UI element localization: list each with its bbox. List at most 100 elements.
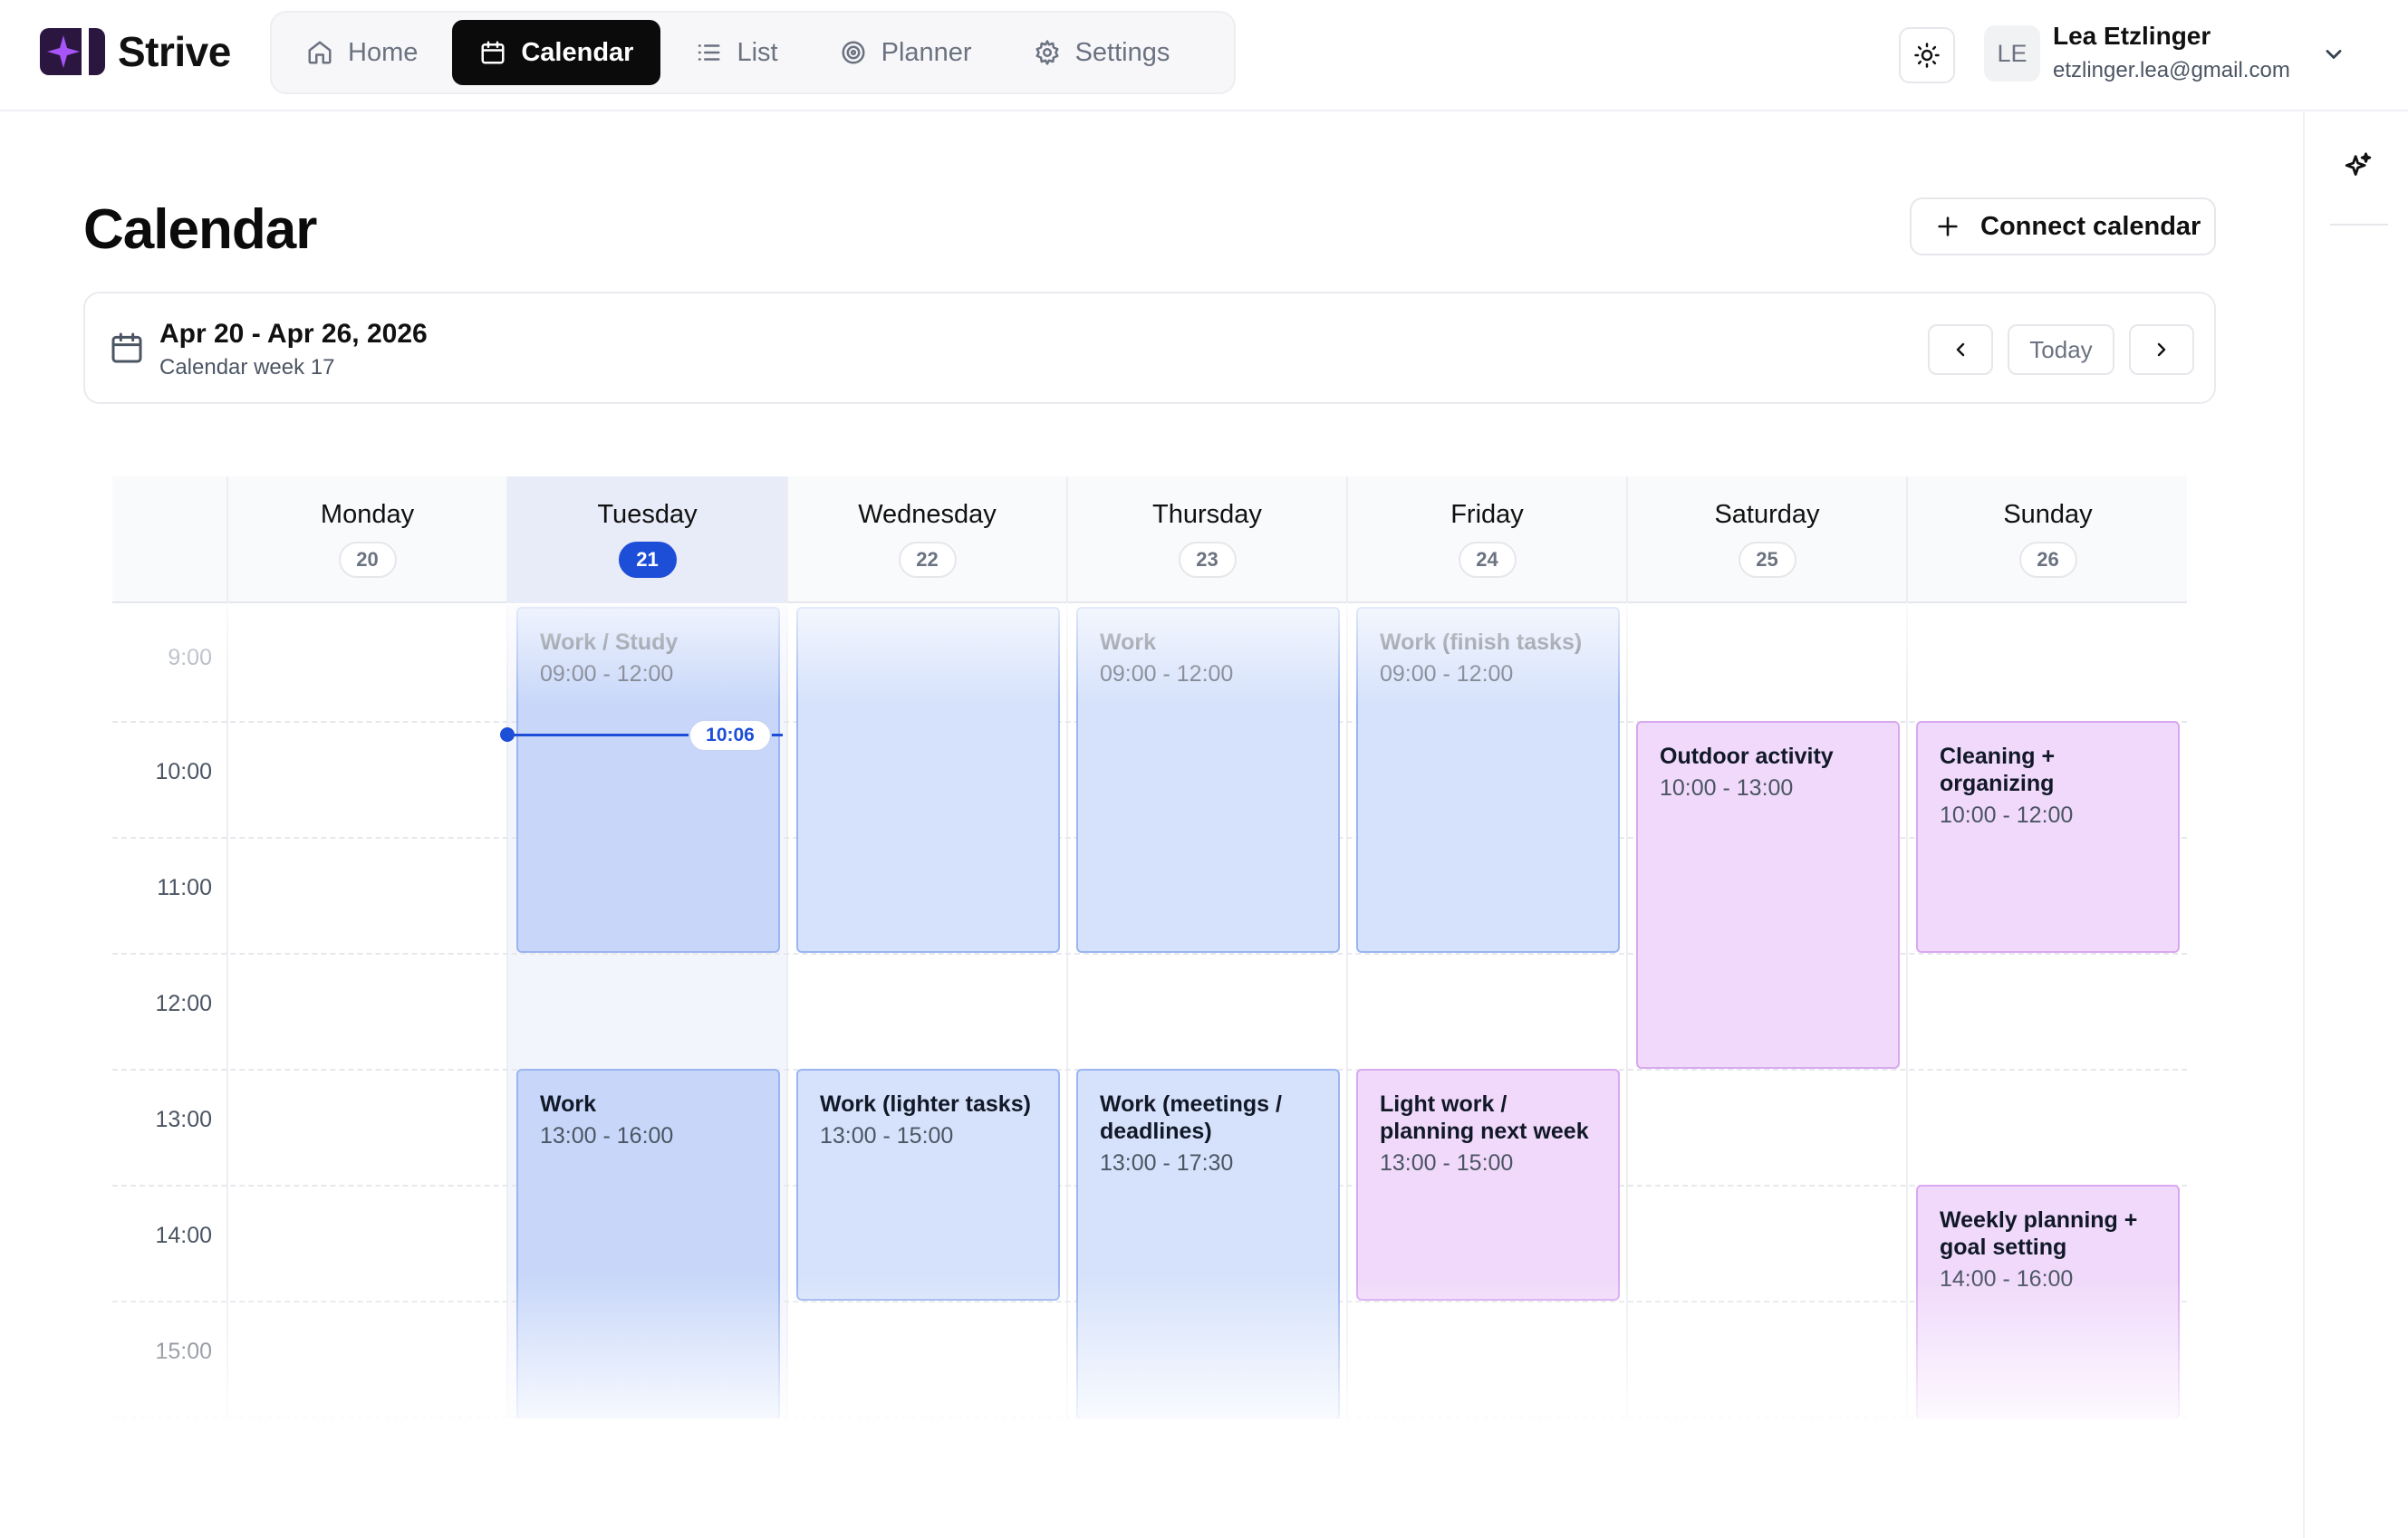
connect-calendar-button[interactable]: Connect calendar <box>1910 197 2216 255</box>
hour-label: 13:00 <box>155 1107 212 1132</box>
today-button[interactable]: Today <box>2008 324 2114 375</box>
current-time-dot <box>500 727 515 742</box>
event-time: 14:00 - 16:00 <box>1940 1266 2074 1292</box>
hour-label: 15:00 <box>155 1339 212 1364</box>
event-card[interactable] <box>796 607 1060 953</box>
day-name: Thursday <box>1152 500 1262 529</box>
day-number: 24 <box>1458 542 1517 578</box>
gear-icon <box>1035 40 1059 65</box>
day-name: Friday <box>1450 500 1524 529</box>
event-time: 10:00 - 12:00 <box>1940 803 2074 828</box>
day-number: 21 <box>618 542 677 578</box>
day-name: Wednesday <box>858 500 997 529</box>
nav-settings[interactable]: Settings <box>1007 20 1198 85</box>
event-time: 09:00 - 12:00 <box>1380 661 1514 687</box>
event-card[interactable]: Outdoor activity 10:00 - 13:00 <box>1636 721 1900 1069</box>
current-time-badge: 10:06 <box>689 719 772 752</box>
nav-home[interactable]: Home <box>279 20 445 85</box>
event-time: 13:00 - 16:00 <box>540 1123 674 1149</box>
event-title: Work <box>540 1091 597 1117</box>
chevron-right-icon <box>2157 342 2166 357</box>
rail-divider <box>2330 224 2388 226</box>
nav-planner-label: Planner <box>881 37 972 67</box>
day-column[interactable] <box>228 605 508 1418</box>
app-logo[interactable]: Strive <box>40 27 231 76</box>
nav-planner[interactable]: Planner <box>813 20 999 85</box>
day-header-sunday[interactable]: Sunday 26 <box>1908 476 2187 603</box>
day-number: 25 <box>1738 542 1796 578</box>
week-range: Apr 20 - Apr 26, 2026 <box>159 319 428 349</box>
week-calendar: Monday 20 Tuesday 21 Wednesday 22 Thursd… <box>112 476 2187 1418</box>
list-icon <box>698 44 720 61</box>
event-time: 09:00 - 12:00 <box>1100 661 1234 687</box>
nav-calendar[interactable]: Calendar <box>452 20 661 85</box>
event-card[interactable]: Work 09:00 - 12:00 <box>1076 607 1340 953</box>
app-name: Strive <box>118 28 231 75</box>
day-header-saturday[interactable]: Saturday 25 <box>1628 476 1908 603</box>
day-header-wednesday[interactable]: Wednesday 22 <box>788 476 1068 603</box>
event-card[interactable]: Cleaning + organizing 10:00 - 12:00 <box>1916 721 2180 953</box>
nav-settings-label: Settings <box>1074 37 1170 67</box>
event-title: Work (lighter tasks) <box>820 1091 1031 1117</box>
nav-list[interactable]: List <box>668 20 804 85</box>
day-name: Sunday <box>2003 500 2093 529</box>
theme-toggle-button[interactable] <box>1899 27 1955 83</box>
day-name: Saturday <box>1714 500 1820 529</box>
day-number: 20 <box>338 542 397 578</box>
event-card[interactable]: Weekly planning + goal setting 14:00 - 1… <box>1916 1185 2180 1418</box>
day-header-row: Monday 20 Tuesday 21 Wednesday 22 Thursd… <box>112 476 2187 603</box>
day-number: 26 <box>2018 542 2077 578</box>
week-navigator: Apr 20 - Apr 26, 2026 Calendar week 17 T… <box>83 292 2216 404</box>
event-card[interactable]: Work / Study 09:00 - 12:00 <box>516 607 780 953</box>
nav-calendar-label: Calendar <box>521 37 634 67</box>
event-title: Weekly planning + goal setting <box>1940 1207 2138 1260</box>
day-header-friday[interactable]: Friday 24 <box>1348 476 1628 603</box>
connect-calendar-label: Connect calendar <box>1980 211 2201 241</box>
hour-label: 11:00 <box>157 875 212 900</box>
hour-label: 10:00 <box>155 759 212 784</box>
previous-week-button[interactable] <box>1928 324 1993 375</box>
event-time: 09:00 - 12:00 <box>540 661 674 687</box>
day-header-tuesday[interactable]: Tuesday 21 <box>508 476 788 603</box>
day-name: Tuesday <box>597 500 698 529</box>
event-card[interactable]: Light work / planning next week 13:00 - … <box>1356 1069 1620 1301</box>
ai-sparkle-icon[interactable] <box>2343 151 2374 182</box>
event-time: 13:00 - 17:30 <box>1100 1150 1234 1176</box>
nav-list-label: List <box>737 37 778 67</box>
event-title: Work (finish tasks) <box>1380 630 1583 655</box>
chevron-left-icon <box>1956 342 1965 357</box>
week-number: Calendar week 17 <box>159 355 335 380</box>
user-name[interactable]: Lea Etzlinger <box>2053 22 2211 51</box>
page-title: Calendar <box>83 198 317 261</box>
day-number: 22 <box>898 542 957 578</box>
chevron-down-icon[interactable] <box>2321 42 2346 67</box>
plus-icon <box>1938 216 1958 236</box>
event-card[interactable]: Work 13:00 - 16:00 <box>516 1069 780 1418</box>
right-rail <box>2303 111 2408 1538</box>
top-bar: Strive Home Calendar List Planner Settin… <box>0 0 2408 111</box>
day-header-thursday[interactable]: Thursday 23 <box>1068 476 1348 603</box>
calendar-icon <box>481 41 505 64</box>
day-header-monday[interactable]: Monday 20 <box>228 476 508 603</box>
avatar[interactable]: LE <box>1984 25 2040 82</box>
calendar-icon <box>111 332 142 363</box>
target-icon <box>842 41 865 64</box>
day-name: Monday <box>320 500 415 529</box>
event-time: 13:00 - 15:00 <box>1380 1150 1514 1176</box>
event-title: Outdoor activity <box>1660 744 1834 769</box>
hour-label: 12:00 <box>155 991 212 1016</box>
hour-label: 14:00 <box>155 1223 212 1248</box>
time-gutter-header <box>112 476 228 603</box>
event-card[interactable]: Work (lighter tasks) 13:00 - 15:00 <box>796 1069 1060 1301</box>
sun-icon <box>1914 43 1940 68</box>
event-time: 13:00 - 15:00 <box>820 1123 954 1149</box>
calendar-body: 9:00 10:00 11:00 12:00 13:00 14:00 15:00… <box>112 605 2187 1418</box>
user-email: etzlinger.lea@gmail.com <box>2053 58 2290 82</box>
event-title: Cleaning + organizing <box>1940 744 2056 796</box>
event-card[interactable]: Work (meetings / deadlines) 13:00 - 17:3… <box>1076 1069 1340 1418</box>
next-week-button[interactable] <box>2129 324 2194 375</box>
event-title: Light work / planning next week <box>1380 1091 1589 1144</box>
event-card[interactable]: Work (finish tasks) 09:00 - 12:00 <box>1356 607 1620 953</box>
logo-mark-icon <box>40 28 105 75</box>
nav-home-label: Home <box>348 37 419 67</box>
